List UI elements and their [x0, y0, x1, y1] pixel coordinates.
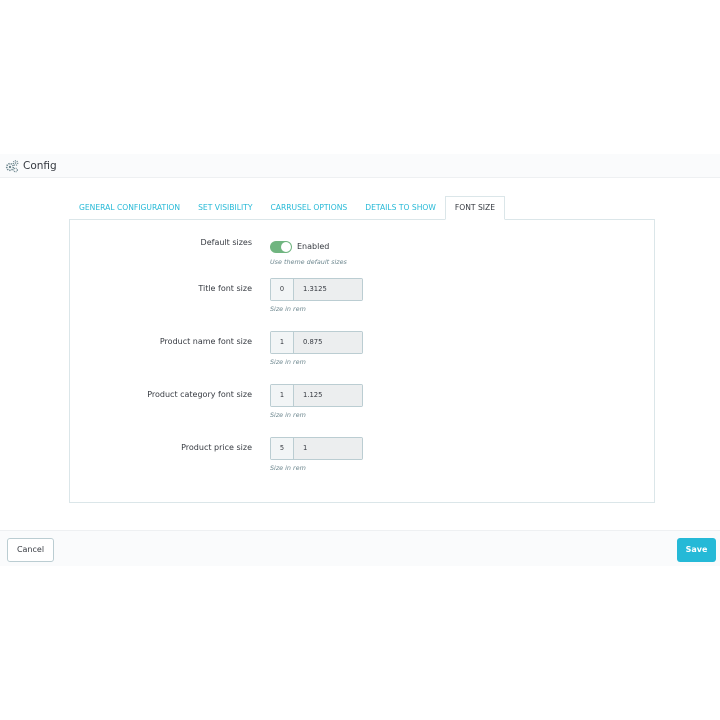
product-price-size-label: Product price size [181, 443, 252, 452]
product-price-size-prefix: 5 [271, 438, 294, 459]
tab-font-size[interactable]: FONT SIZE [444, 196, 506, 220]
title-font-size-input[interactable]: 1.3125 [294, 279, 362, 300]
title-font-size-label: Title font size [198, 284, 252, 293]
product-name-font-size-input[interactable]: 0.875 [294, 332, 362, 353]
tab-bar: GENERAL CONFIGURATION SET VISIBILITY CAR… [70, 196, 506, 220]
product-name-font-size-input-group: 1 0.875 [270, 331, 363, 354]
product-category-font-size-help: Size in rem [270, 411, 306, 419]
panel-header: Config [0, 154, 720, 178]
product-category-font-size-prefix: 1 [271, 385, 294, 406]
product-price-size-input-group: 5 1 [270, 437, 363, 460]
switch-knob [281, 241, 291, 252]
save-button[interactable]: Save [677, 538, 716, 562]
product-name-font-size-help: Size in rem [270, 358, 306, 366]
title-font-size-control: 0 1.3125 Size in rem [270, 278, 363, 313]
product-category-font-size-control: 1 1.125 Size in rem [270, 384, 363, 419]
product-category-font-size-label: Product category font size [147, 390, 252, 399]
product-category-font-size-input-group: 1 1.125 [270, 384, 363, 407]
default-sizes-switch-label: Enabled [297, 242, 330, 251]
product-price-size-input[interactable]: 1 [294, 438, 362, 459]
product-price-size-help: Size in rem [270, 464, 306, 472]
tab-content-font-size: Default sizes Enabled Use theme default … [69, 219, 655, 503]
title-font-size-prefix: 0 [271, 279, 294, 300]
title-font-size-input-group: 0 1.3125 [270, 278, 363, 301]
product-name-font-size-control: 1 0.875 Size in rem [270, 331, 363, 366]
product-name-font-size-prefix: 1 [271, 332, 294, 353]
product-name-font-size-label: Product name font size [159, 337, 252, 346]
product-price-size-control: 5 1 Size in rem [270, 437, 363, 472]
tab-carrusel-options[interactable]: CARRUSEL OPTIONS [261, 196, 356, 220]
title-font-size-help: Size in rem [270, 305, 306, 313]
panel-footer [0, 530, 720, 566]
page-title: Config [23, 159, 57, 172]
default-sizes-label: Default sizes [200, 238, 252, 247]
tab-general-configuration[interactable]: GENERAL CONFIGURATION [70, 196, 189, 220]
default-sizes-control: Enabled Use theme default sizes [270, 236, 347, 266]
gears-icon [5, 159, 19, 172]
default-sizes-switch[interactable] [270, 240, 292, 253]
tab-details-to-show[interactable]: DETAILS TO SHOW [356, 196, 445, 220]
tab-set-visibility[interactable]: SET VISIBILITY [189, 196, 261, 220]
default-sizes-help: Use theme default sizes [270, 258, 347, 266]
product-category-font-size-input[interactable]: 1.125 [294, 385, 362, 406]
cancel-button[interactable]: Cancel [7, 538, 54, 562]
